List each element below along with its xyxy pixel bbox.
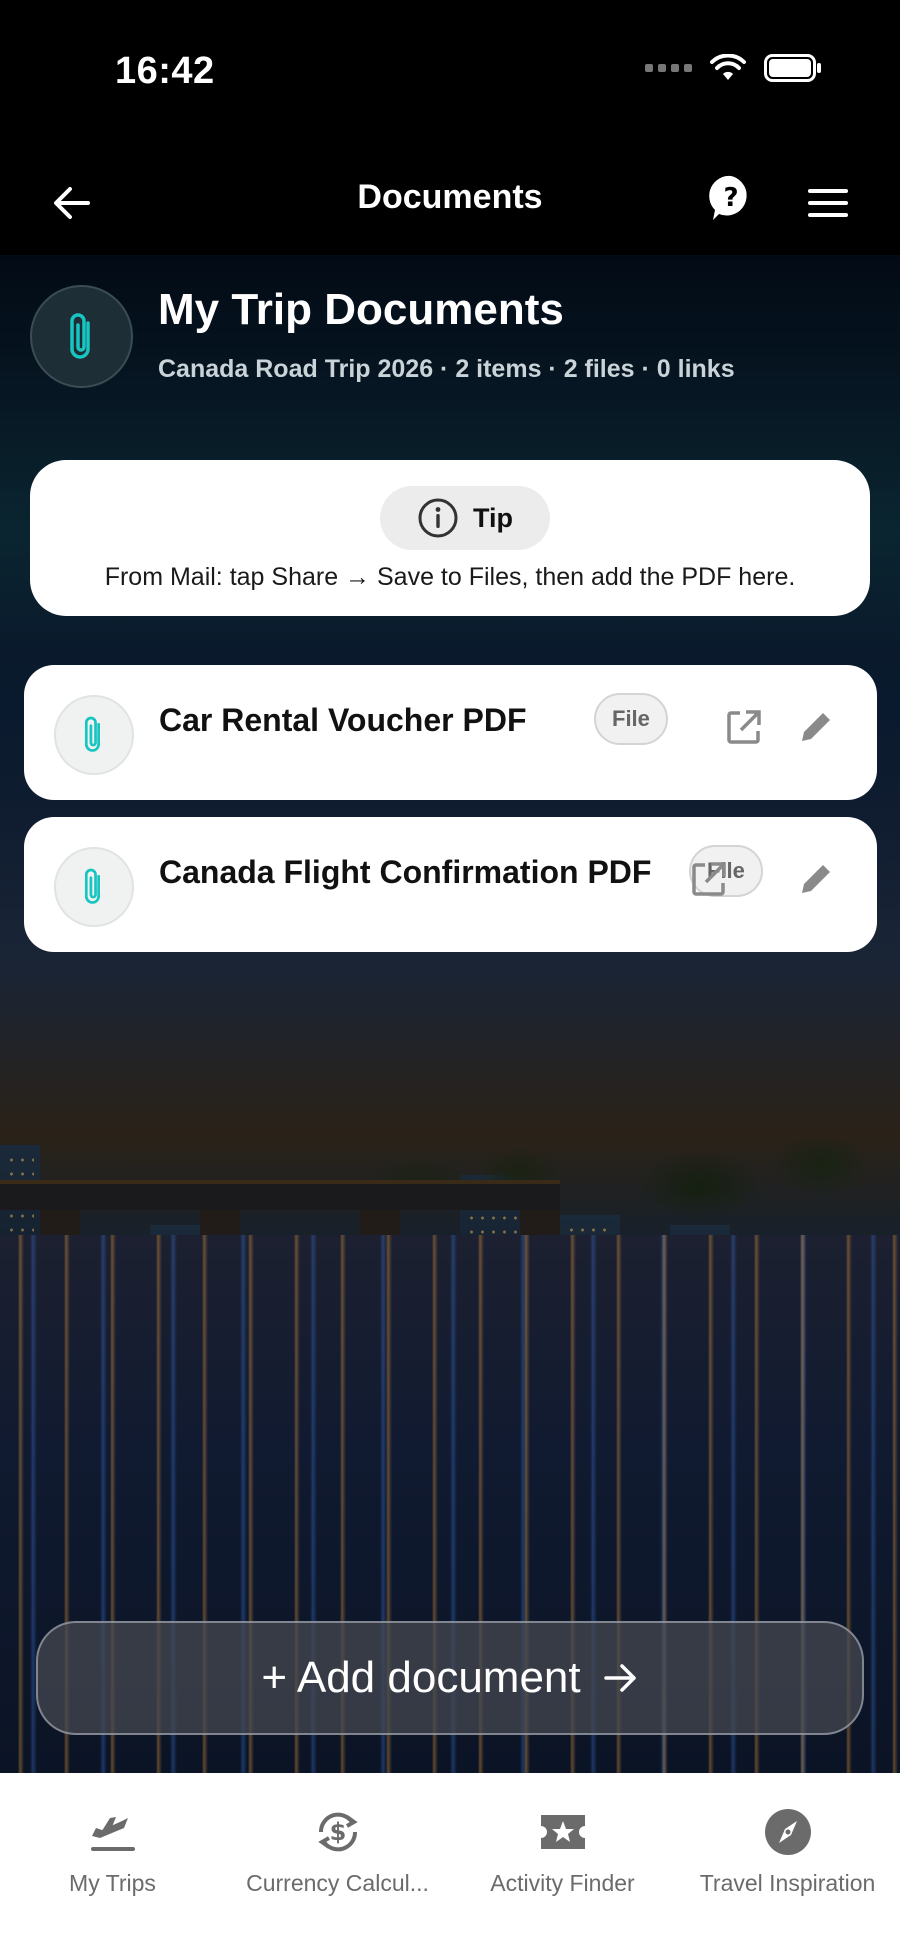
header-subtitle: Canada Road Trip 2026 · 2 items · 2 file… — [158, 355, 735, 383]
header-title: My Trip Documents — [158, 285, 564, 334]
edit-document-button[interactable] — [796, 859, 836, 899]
tab-label: Travel Inspiration — [699, 1870, 876, 1896]
ticket-star-icon — [536, 1805, 590, 1859]
cellular-signal-icon — [645, 64, 692, 72]
header-avatar — [30, 285, 133, 388]
status-icons — [645, 54, 822, 82]
wifi-icon — [710, 54, 746, 80]
svg-text:$: $ — [329, 1818, 346, 1846]
help-icon: ? — [709, 175, 747, 220]
battery-icon — [764, 54, 821, 82]
tab-travel-inspiration[interactable]: Travel Inspiration — [675, 1785, 900, 1896]
open-document-button[interactable] — [724, 707, 764, 747]
currency-exchange-icon: $ — [311, 1805, 365, 1859]
info-icon — [418, 498, 458, 538]
document-card[interactable]: Canada Flight Confirmation PDF File — [24, 817, 877, 952]
status-time: 16:42 — [115, 50, 215, 92]
pencil-icon — [802, 713, 830, 741]
svg-text:?: ? — [723, 183, 738, 213]
tip-text: From Mail: tap Share → Save to Files, th… — [104, 563, 796, 591]
tab-my-trips[interactable]: My Trips — [0, 1785, 225, 1896]
edit-document-button[interactable] — [796, 707, 836, 747]
paperclip-icon — [84, 868, 100, 904]
file-type-badge: File — [594, 693, 668, 745]
bridge — [0, 1180, 560, 1270]
help-button[interactable]: ? — [703, 170, 759, 226]
add-document-label: + Add document — [261, 1653, 581, 1702]
add-document-button[interactable]: + Add document — [36, 1621, 864, 1735]
pencil-icon — [802, 865, 830, 893]
tip-card: Tip From Mail: tap Share → Save to Files… — [30, 460, 870, 616]
paperclip-icon — [84, 716, 100, 752]
document-type-icon — [54, 695, 134, 775]
open-document-button[interactable] — [689, 859, 729, 899]
status-bar: 16:42 — [0, 0, 900, 145]
tip-pill: Tip — [380, 486, 550, 550]
open-external-icon — [692, 862, 726, 896]
compass-icon — [761, 1805, 815, 1859]
document-type-icon — [54, 847, 134, 927]
document-card[interactable]: Car Rental Voucher PDF File — [24, 665, 877, 800]
open-external-icon — [727, 710, 761, 744]
plane-icon — [86, 1805, 140, 1859]
tab-currency-calculator[interactable]: $ Currency Calcul... — [225, 1785, 450, 1896]
tab-label: Currency Calcul... — [246, 1870, 429, 1896]
nav-bar: Documents ? — [0, 145, 900, 255]
document-name: Canada Flight Confirmation PDF — [159, 854, 652, 890]
riverbank-trees — [0, 1115, 900, 1235]
tab-activity-finder[interactable]: Activity Finder — [450, 1785, 675, 1896]
tab-label: Activity Finder — [490, 1870, 635, 1896]
tip-label: Tip — [473, 502, 513, 533]
arrow-right-icon — [603, 1664, 636, 1692]
menu-button[interactable] — [800, 175, 856, 231]
documents-header: My Trip Documents Canada Road Trip 2026 … — [0, 255, 900, 445]
hamburger-menu-icon — [808, 189, 848, 217]
paperclip-icon — [69, 312, 90, 359]
tab-label: My Trips — [69, 1870, 156, 1896]
document-name: Car Rental Voucher PDF — [159, 702, 527, 738]
tab-bar: My Trips $ Currency Calcul... Activity F… — [0, 1773, 900, 1957]
page-title: Documents — [357, 178, 543, 216]
